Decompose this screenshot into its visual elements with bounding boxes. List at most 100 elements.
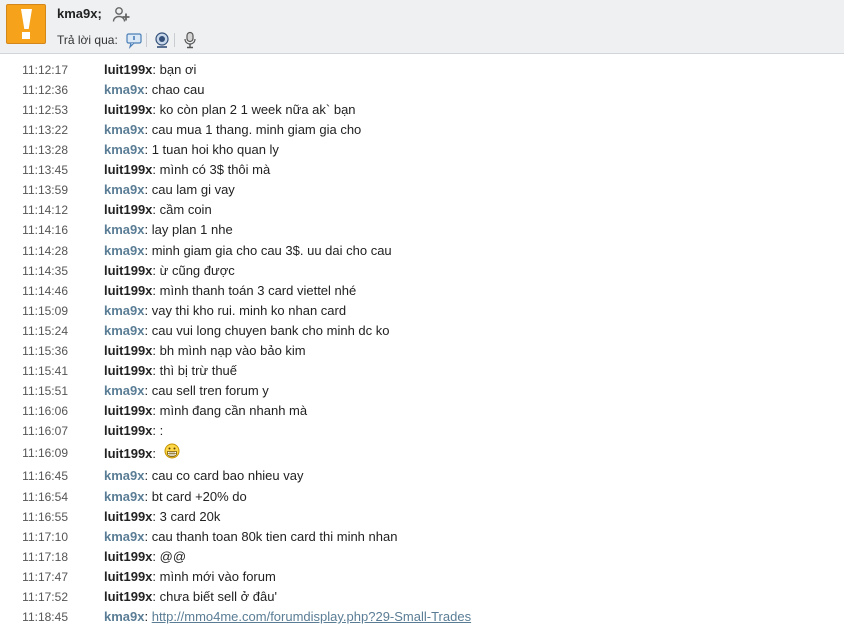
- message-timestamp: 11:14:35: [22, 264, 68, 278]
- avatar[interactable]: [6, 4, 46, 44]
- reply-via-row: Trả lời qua:: [57, 31, 199, 49]
- message-timestamp: 11:14:12: [22, 203, 68, 217]
- message-sender: luit199x: [104, 343, 153, 358]
- message-row: 11:14:28 kma9x: minh giam gia cho cau 3$.…: [0, 241, 844, 261]
- message-sender: kma9x: [104, 142, 145, 157]
- message-text: lay plan 1 nhe: [151, 222, 233, 237]
- add-contact-icon[interactable]: [112, 6, 130, 23]
- sender-colon: :: [152, 162, 160, 177]
- message-row: 11:17:18 luit199x: @@: [0, 547, 844, 567]
- message-text: chưa biết sell ở đâu': [159, 589, 277, 604]
- sender-colon: :: [144, 529, 152, 544]
- message-text: bt card +20% do: [151, 489, 247, 504]
- message-text: mình mới vào forum: [159, 569, 276, 584]
- message-text: mình đang cần nhanh mà: [159, 403, 308, 418]
- message-sender: kma9x: [104, 222, 145, 237]
- message-timestamp: 11:14:28: [22, 244, 68, 258]
- grin-emoticon-icon: [164, 443, 180, 459]
- sender-colon: :: [144, 468, 152, 483]
- message-text: mình thanh toán 3 card viettel nhé: [159, 283, 357, 298]
- message-row: 11:13:28 kma9x: 1 tuan hoi kho quan ly: [0, 140, 844, 160]
- message-timestamp: 11:15:24: [22, 324, 68, 338]
- message-text: cau sell tren forum y: [151, 383, 269, 398]
- message-line: luit199x: bạn ơi: [104, 60, 196, 80]
- webcam-icon[interactable]: [153, 31, 171, 49]
- message-sender: luit199x: [104, 363, 153, 378]
- message-sender: kma9x: [104, 243, 145, 258]
- message-sender: luit199x: [104, 263, 153, 278]
- message-timestamp: 11:16:07: [22, 424, 68, 438]
- message-line: kma9x: http://mmo4me.com/forumdisplay.ph…: [104, 607, 471, 627]
- message-text: minh giam gia cho cau 3$. uu dai cho cau: [151, 243, 392, 258]
- message-sender: kma9x: [104, 468, 145, 483]
- message-line: luit199x:: [104, 443, 180, 464]
- reply-via-label: Trả lời qua:: [57, 33, 118, 47]
- sender-colon: :: [152, 102, 160, 117]
- message-link[interactable]: http://mmo4me.com/forumdisplay.php?29-Sm…: [152, 609, 471, 624]
- message-row: 11:16:09 luit199x:: [0, 443, 844, 463]
- message-text: cau vui long chuyen bank cho minh dc ko: [151, 323, 390, 338]
- message-line: kma9x: cau mua 1 thang. minh giam gia ch…: [104, 120, 361, 140]
- separator: [145, 33, 147, 47]
- message-timestamp: 11:16:06: [22, 404, 68, 418]
- message-timestamp: 11:16:09: [22, 446, 68, 460]
- message-line: luit199x: :: [104, 421, 163, 441]
- sender-colon: :: [152, 202, 160, 217]
- message-line: kma9x: cau sell tren forum y: [104, 381, 269, 401]
- message-row: 11:15:36 luit199x: bh mình nạp vào bảo ki…: [0, 341, 844, 361]
- message-text: cau thanh toan 80k tien card thi minh nh…: [151, 529, 398, 544]
- message-timestamp: 11:15:51: [22, 384, 68, 398]
- message-line: luit199x: ừ cũng được: [104, 261, 235, 281]
- message-row: 11:15:24 kma9x: cau vui long chuyen bank …: [0, 321, 844, 341]
- message-row: 11:14:46 luit199x: mình thanh toán 3 card…: [0, 281, 844, 301]
- message-timestamp: 11:16:55: [22, 510, 68, 524]
- message-line: kma9x: cau lam gi vay: [104, 180, 235, 200]
- message-row: 11:13:59 kma9x: cau lam gi vay: [0, 180, 844, 200]
- message-row: 11:14:12 luit199x: cầm coin: [0, 200, 844, 220]
- message-timestamp: 11:16:45: [22, 469, 68, 483]
- im-chat-icon[interactable]: [125, 31, 143, 49]
- microphone-icon[interactable]: [181, 31, 199, 49]
- message-line: kma9x: cau vui long chuyen bank cho minh…: [104, 321, 389, 341]
- message-row: 11:16:54 kma9x: bt card +20% do: [0, 487, 844, 507]
- message-text: ừ cũng được: [159, 263, 235, 278]
- message-row: 11:16:55 luit199x: 3 card 20k: [0, 507, 844, 527]
- message-sender: kma9x: [104, 609, 145, 624]
- sender-colon: :: [144, 222, 152, 237]
- sender-colon: :: [144, 609, 152, 624]
- message-timestamp: 11:13:59: [22, 183, 68, 197]
- message-row: 11:18:45 kma9x: http://mmo4me.com/forumdi…: [0, 607, 844, 627]
- sender-colon: :: [152, 62, 160, 77]
- message-sender: luit199x: [104, 102, 153, 117]
- sender-colon: :: [152, 549, 160, 564]
- sender-colon: :: [152, 363, 160, 378]
- message-text: bạn ơi: [159, 62, 197, 77]
- message-row: 11:17:10 kma9x: cau thanh toan 80k tien c…: [0, 527, 844, 547]
- message-timestamp: 11:13:45: [22, 163, 68, 177]
- message-sender: kma9x: [104, 529, 145, 544]
- message-row: 11:17:52 luit199x: chưa biết sell ở đâu': [0, 587, 844, 607]
- message-line: luit199x: mình thanh toán 3 card viettel…: [104, 281, 356, 301]
- sender-colon: :: [152, 589, 160, 604]
- sender-colon: :: [144, 182, 152, 197]
- message-line: kma9x: bt card +20% do: [104, 487, 247, 507]
- sender-colon: :: [152, 509, 160, 524]
- message-text: :: [159, 423, 164, 438]
- exclamation-dot: [22, 32, 30, 39]
- message-sender: kma9x: [104, 122, 145, 137]
- message-sender: luit199x: [104, 62, 153, 77]
- sender-colon: :: [144, 323, 152, 338]
- sender-colon: :: [152, 263, 160, 278]
- sender-colon: :: [144, 122, 152, 137]
- sender-colon: :: [152, 446, 160, 461]
- message-row: 11:16:06 luit199x: mình đang cần nhanh mà: [0, 401, 844, 421]
- message-sender: kma9x: [104, 383, 145, 398]
- message-sender: luit199x: [104, 403, 153, 418]
- sender-colon: :: [152, 283, 160, 298]
- message-text: cầm coin: [159, 202, 212, 217]
- message-line: kma9x: cau thanh toan 80k tien card thi …: [104, 527, 397, 547]
- message-sender: kma9x: [104, 82, 145, 97]
- message-row: 11:13:22 kma9x: cau mua 1 thang. minh gia…: [0, 120, 844, 140]
- message-timestamp: 11:16:54: [22, 490, 68, 504]
- message-line: luit199x: ko còn plan 2 1 week nữa ak` b…: [104, 100, 356, 120]
